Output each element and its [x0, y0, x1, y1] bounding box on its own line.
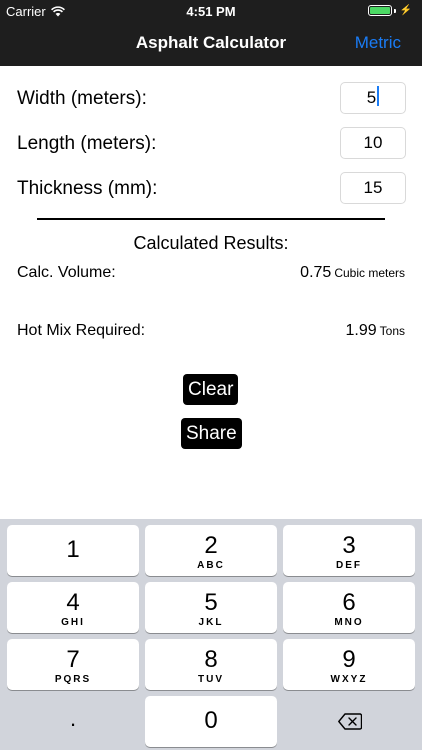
- status-bar: Carrier 4:51 PM ⚡: [0, 0, 422, 22]
- hotmix-unit: Tons: [379, 324, 405, 338]
- key-3[interactable]: 3 DEF: [283, 525, 415, 576]
- key-backspace[interactable]: [283, 696, 415, 747]
- navigation-bar: Carrier 4:51 PM ⚡ Asphalt Calculator Met…: [0, 0, 422, 66]
- key-7[interactable]: 7 PQRS: [7, 639, 139, 690]
- status-time: 4:51 PM: [186, 4, 236, 19]
- key-0[interactable]: 0: [145, 696, 277, 747]
- key-8[interactable]: 8 TUV: [145, 639, 277, 690]
- key-2[interactable]: 2 ABC: [145, 525, 277, 576]
- key-5[interactable]: 5 JKL: [145, 582, 277, 633]
- volume-label: Calc. Volume:: [17, 264, 116, 281]
- width-input[interactable]: 5: [340, 82, 406, 114]
- length-input[interactable]: 10: [340, 127, 406, 159]
- hotmix-label: Hot Mix Required:: [17, 322, 146, 339]
- clear-button[interactable]: Clear: [183, 374, 239, 405]
- hotmix-number: 1.99: [345, 322, 377, 339]
- thickness-input[interactable]: 15: [340, 172, 406, 204]
- width-row: Width (meters): 5: [0, 82, 422, 116]
- width-label: Width (meters):: [17, 88, 147, 109]
- length-row: Length (meters): 10: [0, 127, 422, 161]
- share-button[interactable]: Share: [181, 418, 242, 449]
- thickness-label: Thickness (mm):: [17, 178, 158, 199]
- volume-value: 0.75 Cubic meters: [300, 264, 405, 282]
- metric-button[interactable]: Metric: [355, 33, 401, 53]
- divider: [37, 218, 385, 220]
- key-4[interactable]: 4 GHI: [7, 582, 139, 633]
- key-6[interactable]: 6 MNO: [283, 582, 415, 633]
- thickness-row: Thickness (mm): 15: [0, 172, 422, 206]
- backspace-icon: [338, 713, 362, 730]
- volume-number: 0.75: [300, 264, 332, 281]
- key-1[interactable]: 1: [7, 525, 139, 576]
- results-title: Calculated Results:: [133, 233, 289, 253]
- key-decimal[interactable]: .: [7, 696, 139, 747]
- charging-icon: ⚡: [399, 5, 412, 16]
- hotmix-value: 1.99 Tons: [346, 322, 406, 340]
- numeric-keypad: 1 2 ABC 3 DEF 4 GHI 5 JKL 6 MNO 7 PQRS 8…: [0, 519, 422, 750]
- battery-icon: ⚡: [367, 5, 412, 16]
- length-label: Length (meters):: [17, 133, 157, 154]
- volume-unit: Cubic meters: [334, 266, 405, 280]
- key-9[interactable]: 9 WXYZ: [283, 639, 415, 690]
- text-caret: [377, 86, 380, 106]
